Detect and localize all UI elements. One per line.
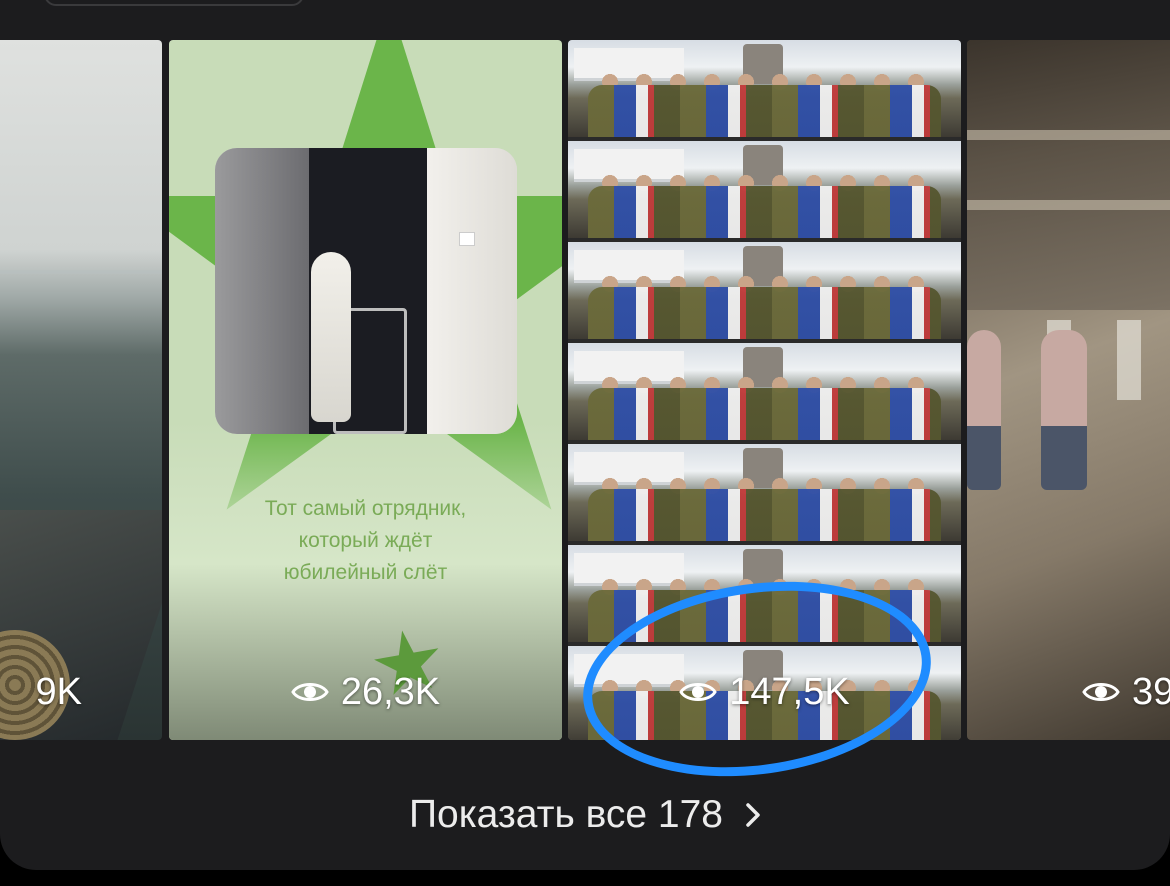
beam [967, 130, 1170, 140]
beam [967, 200, 1170, 210]
video-caption: Тот самый отрядник, который ждёт юбилейн… [264, 497, 467, 584]
view-counter: 26,3K [169, 670, 562, 714]
eye-icon [1082, 683, 1120, 701]
worker [1041, 330, 1087, 490]
collage-frame [568, 40, 961, 141]
collage-frame [568, 141, 961, 242]
top-control[interactable] [44, 0, 304, 6]
group-people [588, 186, 941, 238]
view-count: 39 [1132, 670, 1170, 713]
video-thumbnail [215, 148, 517, 434]
video-card-1[interactable]: 9K [0, 40, 162, 740]
group-people [588, 388, 941, 440]
seal-figure [311, 252, 351, 422]
window [1117, 320, 1141, 400]
videos-panel: 9K Тот самый отрядник, который ждёт юбил… [0, 0, 1170, 870]
collage-frame [568, 242, 961, 343]
horizon [0, 270, 162, 274]
door-open [427, 148, 517, 434]
worker [967, 330, 1001, 490]
show-all-button[interactable]: Показать все 178 [0, 788, 1170, 842]
video-card-4[interactable]: 39 [967, 40, 1170, 740]
video-card-2[interactable]: Тот самый отрядник, который ждёт юбилейн… [169, 40, 562, 740]
collage-frame [568, 444, 961, 545]
show-all-label: Показать все 178 [409, 793, 723, 836]
door [215, 148, 309, 434]
light-switch [459, 232, 475, 246]
group-people [588, 287, 941, 339]
view-counter: 9K [0, 670, 162, 714]
view-count: 9K [35, 670, 82, 713]
view-counter: 39 [967, 670, 1170, 714]
group-people [588, 85, 941, 137]
ceiling [967, 40, 1170, 310]
collage-frame [568, 343, 961, 444]
view-count: 26,3K [340, 670, 441, 713]
group-people [588, 489, 941, 541]
chevron-right-icon [746, 803, 760, 827]
eye-icon [291, 683, 329, 701]
